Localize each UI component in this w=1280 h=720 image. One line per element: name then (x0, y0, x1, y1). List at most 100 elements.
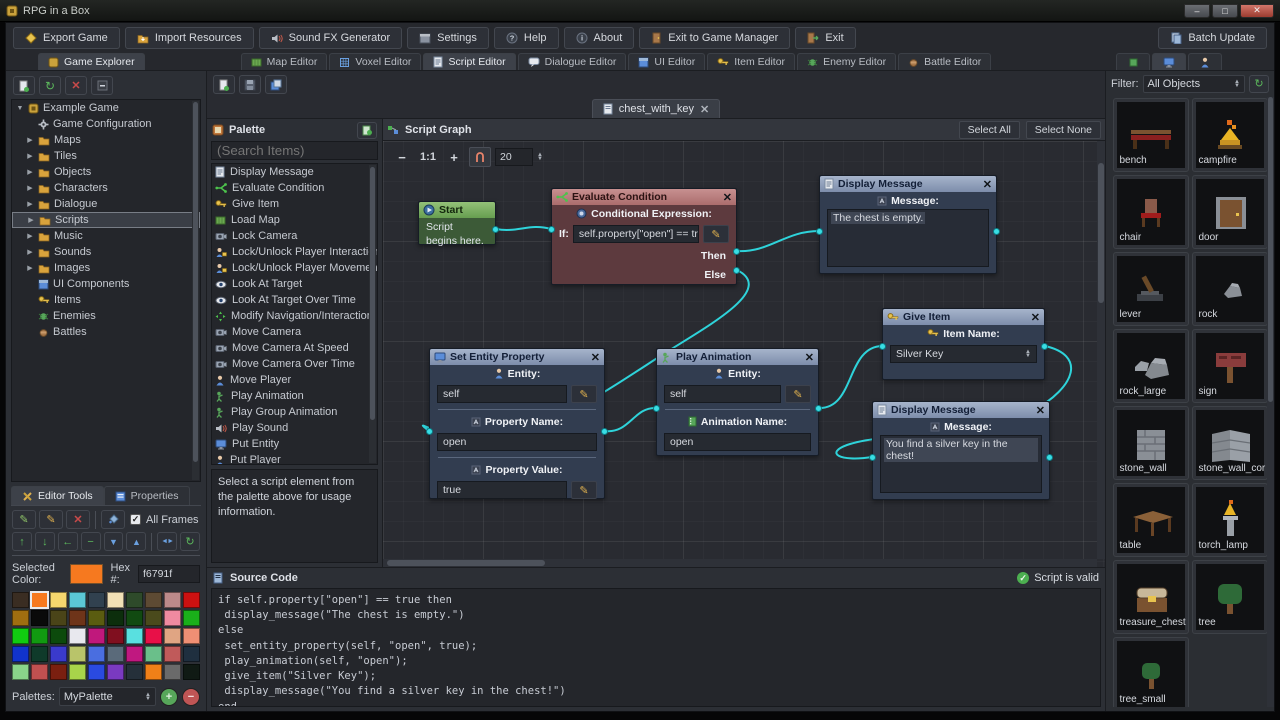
expand-arrow-icon[interactable]: ▶ (26, 264, 34, 272)
palette-item-look-at-target[interactable]: Look At Target (212, 276, 377, 292)
tree-item-example-game[interactable]: ▼Example Game (12, 100, 200, 116)
tree-item-items[interactable]: Items (12, 292, 200, 308)
zoom-out-button[interactable]: − (391, 147, 413, 167)
hex-input[interactable] (138, 565, 200, 583)
palette-item-put-entity[interactable]: Put Entity (212, 436, 377, 452)
filter-select[interactable]: All Objects ▲▼ (1143, 75, 1246, 93)
color-swatch[interactable] (88, 592, 105, 608)
fill-tool-button[interactable] (101, 510, 125, 529)
color-swatch[interactable] (88, 610, 105, 626)
color-swatch[interactable] (107, 592, 124, 608)
palette-item-move-player[interactable]: Move Player (212, 372, 377, 388)
set-entity-property-node[interactable]: Set Entity Property✕Entity:self✎Property… (429, 348, 605, 499)
tab-item-editor[interactable]: Item Editor (707, 53, 795, 70)
palette-item-play-group-animation[interactable]: Play Group Animation (212, 404, 377, 420)
tab-battle-editor[interactable]: Battle Editor (898, 53, 991, 70)
shift-left-button[interactable]: ← (58, 532, 78, 551)
new-resource-button[interactable] (13, 76, 35, 95)
start-node[interactable]: StartScript begins here. (418, 201, 496, 245)
color-swatch[interactable] (145, 610, 162, 626)
select-none-button[interactable]: Select None (1026, 121, 1101, 139)
color-swatch[interactable] (164, 646, 181, 662)
expand-arrow-icon[interactable]: ▶ (26, 248, 34, 256)
node-select[interactable]: Silver Key▲▼ (890, 345, 1037, 363)
color-swatch[interactable] (31, 592, 48, 608)
node-header[interactable]: Give Item✕ (883, 309, 1044, 325)
select-all-button[interactable]: Select All (959, 121, 1020, 139)
color-swatch[interactable] (88, 646, 105, 662)
palette-search-input[interactable] (211, 141, 378, 160)
color-swatch[interactable] (69, 646, 86, 662)
tab-properties[interactable]: Properties (104, 486, 190, 505)
display-message-node-2[interactable]: Display Message✕Message:You find a silve… (872, 401, 1050, 500)
input-port[interactable] (879, 343, 886, 350)
condition-input[interactable]: self.property["open"] == true (573, 225, 699, 243)
asset-stone_wall_cor[interactable]: stone_wall_cor (1192, 406, 1268, 480)
tree-item-music[interactable]: ▶Music (12, 228, 200, 244)
asset-campfire[interactable]: campfire (1192, 98, 1268, 172)
output-port[interactable] (815, 405, 822, 412)
tree-item-sounds[interactable]: ▶Sounds (12, 244, 200, 260)
tab-voxel-editor[interactable]: Voxel Editor (329, 53, 421, 70)
add-palette-button[interactable]: + (160, 688, 178, 706)
asset-sign[interactable]: sign (1192, 329, 1268, 403)
node-input[interactable]: open (664, 433, 811, 451)
color-swatch[interactable] (50, 664, 67, 680)
color-swatch[interactable] (50, 610, 67, 626)
attach-tool-button[interactable]: ✎ (12, 510, 36, 529)
asset-bench[interactable]: bench (1113, 98, 1189, 172)
tree-item-tiles[interactable]: ▶Tiles (12, 148, 200, 164)
tab-editor-tools[interactable]: Editor Tools (11, 486, 104, 505)
color-swatch[interactable] (164, 592, 181, 608)
grid-size-spinner[interactable]: ▲▼ (537, 153, 543, 161)
tab-map-editor[interactable]: Map Editor (241, 53, 328, 70)
erase-tool-button[interactable]: ✕ (66, 510, 90, 529)
palette-item-give-item[interactable]: Give Item (212, 196, 377, 212)
tree-item-images[interactable]: ▶Images (12, 260, 200, 276)
node-input[interactable]: self (437, 385, 567, 403)
minitab-person[interactable] (1188, 53, 1222, 70)
color-swatch[interactable] (107, 610, 124, 626)
asset-stone_wall[interactable]: stone_wall (1113, 406, 1189, 480)
color-swatch[interactable] (164, 664, 181, 680)
color-swatch[interactable] (126, 664, 143, 680)
mirror-button[interactable]: ◄► (157, 532, 177, 551)
color-swatch[interactable] (183, 664, 200, 680)
close-button[interactable]: ✕ (1240, 4, 1274, 18)
edit-pencil-button[interactable]: ✎ (703, 225, 729, 243)
rotate-button[interactable]: ↻ (180, 532, 200, 551)
palette-item-move-camera-over-time[interactable]: Move Camera Over Time (212, 356, 377, 372)
expand-arrow-icon[interactable]: ▶ (26, 184, 34, 192)
collapse-all-button[interactable] (91, 76, 113, 95)
output-port[interactable] (993, 228, 1000, 235)
menu-exit-button[interactable]: Exit (795, 27, 855, 49)
color-swatch[interactable] (12, 646, 29, 662)
menu-settings-button[interactable]: Settings (407, 27, 489, 49)
node-close-icon[interactable]: ✕ (805, 351, 814, 364)
edit-pencil-button[interactable]: ✎ (571, 481, 597, 499)
palette-item-lock-camera[interactable]: Lock Camera (212, 228, 377, 244)
evaluate-condition-node[interactable]: Evaluate Condition✕Conditional Expressio… (551, 188, 737, 285)
expand-arrow-icon[interactable]: ▶ (26, 200, 34, 208)
node-close-icon[interactable]: ✕ (1036, 404, 1045, 417)
color-swatch[interactable] (145, 646, 162, 662)
minitab-monitor[interactable] (1152, 53, 1186, 70)
color-swatch[interactable] (126, 646, 143, 662)
output-port[interactable] (733, 267, 740, 274)
save-all-button[interactable] (265, 75, 287, 94)
edit-pencil-button[interactable]: ✎ (571, 385, 597, 403)
node-header[interactable]: Evaluate Condition✕ (552, 189, 736, 205)
play-animation-node[interactable]: Play Animation✕Entity:self✎Animation Nam… (656, 348, 819, 456)
color-swatch[interactable] (69, 610, 86, 626)
node-input[interactable]: open (437, 433, 597, 451)
zoom-reset-button[interactable]: 1:1 (417, 147, 439, 167)
assets-scrollbar[interactable] (1267, 97, 1274, 707)
asset-door[interactable]: door (1192, 175, 1268, 249)
source-code-text[interactable]: if self.property["open"] == true then di… (211, 588, 1101, 707)
tab-close-icon[interactable]: ✕ (700, 103, 709, 116)
tree-item-dialogue[interactable]: ▶Dialogue (12, 196, 200, 212)
save-script-button[interactable] (239, 75, 261, 94)
color-swatch[interactable] (107, 628, 124, 644)
tab-enemy-editor[interactable]: Enemy Editor (797, 53, 896, 70)
raise-button[interactable]: ▲ (126, 532, 146, 551)
